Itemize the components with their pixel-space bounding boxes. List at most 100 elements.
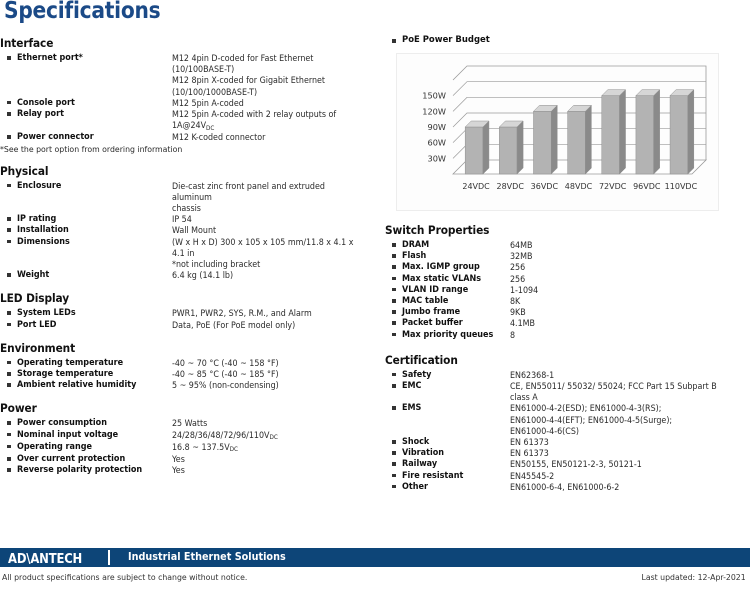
spec-row: Jumbo frame 9KB [385, 307, 750, 318]
chart-header: PoE Power Budget [385, 35, 750, 49]
bullet-icon [7, 360, 11, 365]
spec-row: Max. IGMP group 256 [385, 262, 750, 273]
section-note: *See the port option from ordering infor… [0, 143, 183, 154]
logo-divider [108, 550, 110, 565]
bullet-icon [392, 299, 396, 303]
bullet-icon [392, 372, 396, 377]
spec-row: Port LED Data, PoE (For PoE model only) [0, 320, 375, 331]
spec-value: 4.1MB [510, 318, 535, 329]
bullet-icon [392, 332, 396, 337]
spec-value: 24/28/36/48/72/96/110VDC [172, 429, 278, 442]
spec-label: Safety [402, 369, 432, 380]
right-column: PoE Power Budget 30W 60W 90W 120W 150W 110VDC 9… [385, 35, 750, 503]
spec-label: Max. IGMP group [402, 262, 480, 273]
bullet-icon [7, 228, 11, 232]
spec-label: Relay port [17, 109, 64, 120]
bullet-icon [392, 440, 396, 444]
x-tick-label: 48VDC [565, 182, 593, 191]
spec-row: Reverse polarity protection Yes [0, 465, 375, 476]
section-heading: Power [0, 401, 37, 416]
section-power: Power Power consumption 25 Watts Nominal in… [0, 401, 375, 476]
section-heading: Physical [0, 163, 49, 178]
section-environment: Environment Operating temperature -40 ~ 70… [0, 341, 375, 392]
page-title: Specifications [4, 0, 161, 24]
spec-value: -40 ~ 85 °C (-40 ~ 185 °F) [172, 369, 279, 380]
spec-row: VLAN ID range 1-1094 [385, 285, 750, 296]
spec-label: Power connector [17, 132, 94, 143]
spec-label: MAC table [402, 296, 449, 307]
spec-label: Packet buffer [402, 318, 463, 329]
spec-row: Flash 32MB [385, 251, 750, 262]
spec-row: Dimensions (W x H x D) 300 x 105 x 105 mm… [0, 237, 375, 271]
spec-row: Storage temperature -40 ~ 85 °C (-40 ~ 18… [0, 369, 375, 380]
bullet-icon [7, 135, 11, 139]
spec-label: Flash [402, 251, 427, 262]
spec-label: IP rating [17, 214, 57, 225]
spec-row: Other EN61000-6-4, EN61000-6-2 [385, 482, 750, 493]
y-tick-label: 120W [422, 106, 446, 116]
section-heading: Interface [0, 36, 54, 50]
spec-value: 25 Watts [172, 418, 208, 429]
spec-label: EMC [402, 381, 422, 392]
section-interface: Interface Ethernet port* M12 4pin D-coded … [0, 36, 375, 154]
spec-value: EN 61373 [510, 448, 549, 459]
spec-value: 256 [510, 262, 526, 273]
spec-value: 5 ~ 95% (non-condensing) [172, 380, 279, 391]
spec-value: EN61000-4-2(ESD); EN61000-4-3(RS); EN610… [510, 403, 673, 436]
spec-row: Nominal input voltage 24/28/36/48/72/96/1… [0, 430, 375, 442]
spec-row: System LEDs PWR1, PWR2, SYS, R.M., and Al… [0, 308, 375, 319]
section-heading: Switch Properties [385, 223, 490, 237]
spec-row: Enclosure Die-cast zinc front panel and e… [0, 181, 375, 215]
spec-value: Data, PoE (For PoE model only) [172, 319, 296, 330]
spec-value: (W x H x D) 300 x 105 x 105 mm/11.8 x 4.… [172, 236, 354, 270]
chart-title: PoE Power Budget [402, 35, 490, 45]
spec-value: Die-cast zinc front panel and extruded a… [172, 180, 325, 214]
section-switch-properties: Switch Properties DRAM 64MB Flash 32MB Max. I… [385, 223, 750, 341]
bullet-icon [7, 383, 11, 387]
spec-row: EMC CE, EN55011/ 55032/ 55024; FCC Part 1… [385, 381, 750, 403]
bar [669, 89, 695, 175]
bullet-icon [7, 100, 11, 105]
bar [601, 89, 627, 175]
spec-row: Console port M12 5pin A-coded [0, 98, 375, 109]
spec-value: M12 5pin A-coded [172, 97, 244, 108]
spec-label: Dimensions [17, 236, 70, 247]
bar [498, 120, 524, 175]
bullet-icon [7, 432, 11, 437]
bullet-icon [7, 112, 11, 116]
spec-label: Ambient relative humidity [17, 380, 137, 391]
spec-row: DRAM 64MB [385, 240, 750, 251]
spec-value: 32MB [510, 251, 533, 262]
bullet-icon [7, 322, 11, 327]
spec-row: Installation Wall Mount [0, 225, 375, 236]
bullet-icon [7, 421, 11, 425]
spec-label: Over current protection [17, 454, 126, 465]
spec-value: M12 K-coded connector [172, 132, 266, 143]
y-tick-label: 60W [427, 138, 446, 148]
advantech-logo: AD\ANTECH [8, 551, 83, 567]
spec-value: 256 [510, 273, 526, 284]
footer-last-updated: Last updated: 12-Apr-2021 [641, 572, 746, 582]
bullet-icon [392, 276, 396, 281]
spec-row: Vibration EN 61373 [385, 448, 750, 459]
chart-canvas: 30W 60W 90W 120W 150W 110VDC 96VDC 72VDC 48VDC 36… [422, 65, 707, 191]
spec-label: Jumbo frame [402, 307, 461, 318]
bullet-icon [7, 56, 11, 60]
section-heading: LED Display [0, 291, 70, 306]
spec-label: Shock [402, 437, 430, 448]
bullet-icon [392, 484, 396, 489]
bullet-icon [392, 473, 396, 478]
bullet-icon [392, 462, 396, 466]
bullet-icon [392, 384, 396, 388]
spec-label: EMS [402, 403, 422, 414]
spec-label: System LEDs [17, 308, 76, 319]
spec-row: Fire resistant EN45545-2 [385, 471, 750, 482]
footer-band: AD\ANTECH Industrial Ethernet Solutions [0, 548, 750, 567]
spec-label: Vibration [402, 448, 445, 459]
specifications-page: Specifications Interface Ethernet port* M1… [0, 0, 750, 591]
y-tick-label: 90W [427, 122, 446, 132]
footer-tagline: Industrial Ethernet Solutions [128, 551, 286, 563]
spec-row: Relay port M12 5pin A-coded with 2 relay … [0, 109, 375, 132]
spec-row: MAC table 8K [385, 296, 750, 307]
y-tick-label: 150W [422, 91, 446, 101]
